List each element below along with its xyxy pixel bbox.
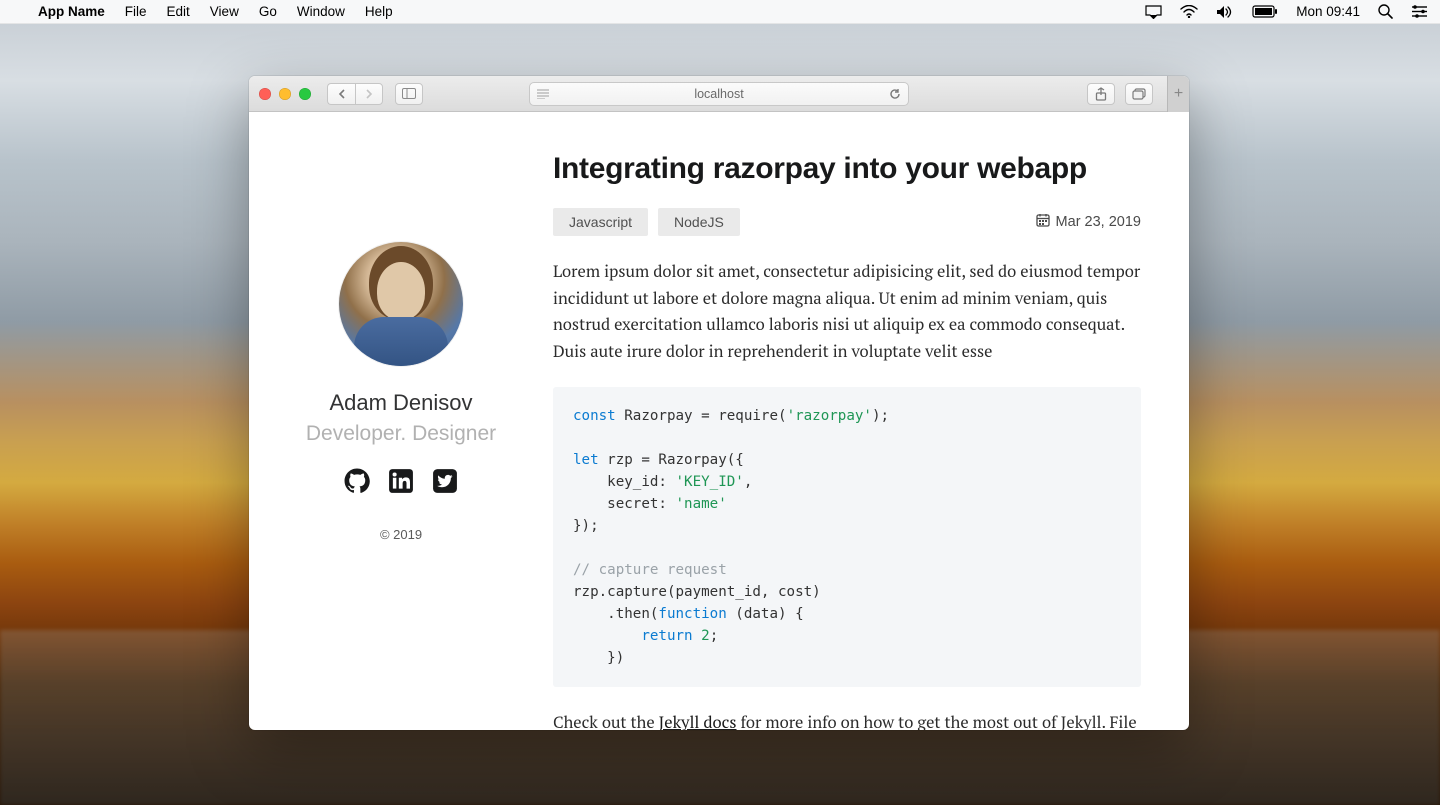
window-close-button[interactable] — [259, 88, 271, 100]
battery-icon[interactable] — [1252, 5, 1278, 18]
nav-back-button[interactable] — [327, 83, 355, 105]
profile-name: Adam Denisov — [329, 390, 472, 416]
volume-icon[interactable] — [1216, 5, 1234, 19]
twitter-icon[interactable] — [432, 468, 458, 499]
article-outro: Check out the Jekyll docs for more info … — [553, 709, 1141, 730]
menubar-item-edit[interactable]: Edit — [167, 4, 190, 19]
airplay-icon[interactable] — [1145, 5, 1162, 19]
wifi-icon[interactable] — [1180, 5, 1198, 18]
window-controls — [259, 88, 311, 100]
github-icon[interactable] — [344, 468, 370, 499]
menubar-item-window[interactable]: Window — [297, 4, 345, 19]
nav-forward-button[interactable] — [355, 83, 383, 105]
menubar-app-name[interactable]: App Name — [38, 4, 105, 19]
spotlight-icon[interactable] — [1378, 4, 1393, 19]
sidebar-toggle-button[interactable] — [395, 83, 423, 105]
article: Integrating razorpay into your webapp Ja… — [553, 112, 1189, 730]
address-bar-host: localhost — [556, 87, 882, 101]
window-maximize-button[interactable] — [299, 88, 311, 100]
menubar-item-help[interactable]: Help — [365, 4, 393, 19]
tag-nodejs[interactable]: NodeJS — [658, 208, 740, 236]
avatar — [339, 242, 463, 366]
menubar-item-go[interactable]: Go — [259, 4, 277, 19]
control-center-icon[interactable] — [1411, 5, 1428, 18]
copyright-text: © 2019 — [380, 527, 422, 542]
profile-sidebar: Adam Denisov Developer. Designer © 2019 — [249, 112, 553, 730]
menubar-clock[interactable]: Mon 09:41 — [1296, 4, 1360, 19]
tabs-button[interactable] — [1125, 83, 1153, 105]
macos-menubar: App Name File Edit View Go Window Help M… — [0, 0, 1440, 24]
article-title: Integrating razorpay into your webapp — [553, 152, 1141, 186]
new-tab-button[interactable]: + — [1167, 76, 1189, 112]
calendar-icon — [1036, 213, 1050, 231]
profile-subtitle: Developer. Designer — [306, 422, 496, 446]
article-date-text: Mar 23, 2019 — [1056, 214, 1141, 230]
tag-javascript[interactable]: Javascript — [553, 208, 648, 236]
browser-window: localhost + Adam Denisov Developer. Desi… — [249, 76, 1189, 730]
menubar-item-file[interactable]: File — [125, 4, 147, 19]
code-block: const Razorpay = require('razorpay'); le… — [553, 387, 1141, 687]
reload-icon[interactable] — [882, 88, 908, 100]
article-date: Mar 23, 2019 — [1036, 213, 1141, 231]
menubar-item-view[interactable]: View — [210, 4, 239, 19]
reader-mode-icon[interactable] — [530, 89, 556, 99]
address-bar[interactable]: localhost — [529, 82, 909, 106]
article-intro: Lorem ipsum dolor sit amet, consectetur … — [553, 258, 1141, 365]
browser-titlebar: localhost + — [249, 76, 1189, 112]
link-jekyll-docs[interactable]: Jekyll docs — [659, 711, 737, 730]
share-button[interactable] — [1087, 83, 1115, 105]
window-minimize-button[interactable] — [279, 88, 291, 100]
linkedin-icon[interactable] — [388, 468, 414, 499]
